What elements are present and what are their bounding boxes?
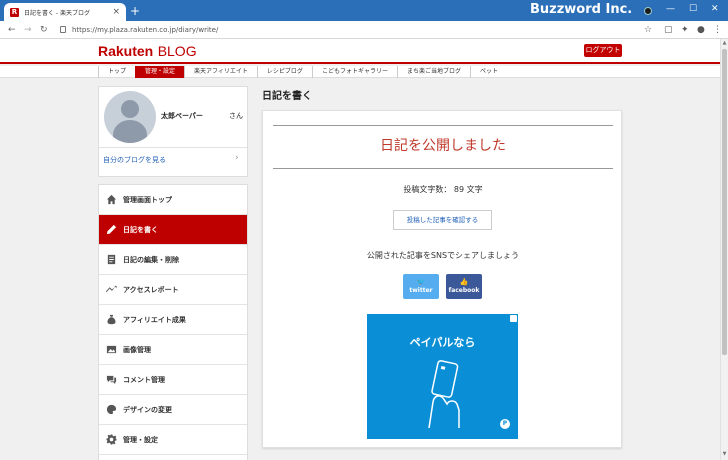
menu-item-design-change[interactable]: デザインの変更 [99, 395, 247, 425]
nav-item-affiliate[interactable]: 楽天アフィリエイト [184, 66, 257, 78]
pencil-icon [105, 224, 117, 236]
nav-item-top[interactable]: トップ [98, 66, 135, 78]
reload-icon[interactable]: ↻ [40, 24, 48, 36]
view-my-blog-link[interactable]: 自分のブログを見る [103, 155, 166, 165]
hand-card-illustration [428, 360, 460, 429]
menu-item-admin-top[interactable]: 管理画面トップ [99, 185, 247, 215]
nav-item-pet[interactable]: ペット [469, 66, 507, 78]
gear-icon [105, 434, 117, 446]
account-icon[interactable]: ● [697, 24, 705, 36]
new-tab-icon[interactable]: + [130, 3, 140, 19]
address-bar: ← → ↻ https://my.plaza.rakuten.co.jp/dia… [0, 21, 728, 39]
share-prompt-text: 公開された記事をSNSでシェアしましょう [366, 251, 520, 260]
close-icon[interactable]: × [112, 7, 120, 17]
publish-result-card: 日記を公開しました 投稿文字数： 89 文字 投稿した記事を確認する 公開された… [262, 110, 622, 448]
ad-text: ペイパルなら [409, 336, 476, 349]
extensions-icon[interactable]: ✦ [681, 24, 689, 36]
browser-tab[interactable]: R 日記を書く - 楽天ブログ × [4, 3, 126, 21]
ad-choices-icon[interactable] [510, 315, 517, 322]
scroll-thumb[interactable] [722, 49, 727, 355]
document-icon [105, 254, 117, 266]
nav-item-photo-gallery[interactable]: こどもフォトギャラリー [311, 66, 397, 78]
menu-item-access-report[interactable]: アクセスレポート [99, 275, 247, 305]
lock-icon [60, 26, 66, 33]
rakuten-favicon: R [10, 7, 19, 17]
scroll-up-icon[interactable]: ▲ [721, 40, 728, 46]
logout-button[interactable]: ログアウト [584, 44, 622, 57]
twitter-share-button[interactable]: 🐦 twitter [403, 274, 439, 299]
screenshot-icon[interactable]: ▢ [664, 24, 673, 36]
url-field[interactable]: https://my.plaza.rakuten.co.jp/diary/wri… [72, 24, 218, 36]
scroll-down-icon[interactable]: ▼ [721, 451, 728, 457]
menu-item-edit-delete[interactable]: 日記の編集・削除 [99, 245, 247, 275]
palette-icon [105, 404, 117, 416]
browser-titlebar: R 日記を書く - 楽天ブログ × + Buzzword Inc. — ☐ ✕ [0, 0, 728, 21]
published-heading: 日記を公開しました [380, 138, 506, 154]
rakuten-blog-logo[interactable]: Rakuten BLOG [98, 43, 197, 60]
divider [273, 125, 613, 126]
paypal-ad-banner[interactable]: ペイパルなら P [367, 314, 518, 439]
user-name: 太郎ペーパー [161, 112, 203, 120]
menu-item-comment-manage[interactable]: コメント管理 [99, 365, 247, 395]
home-icon [105, 194, 117, 206]
forward-icon[interactable]: → [24, 24, 32, 36]
chevron-right-icon[interactable]: › [235, 153, 239, 163]
window-title: Buzzword Inc. [530, 2, 633, 17]
twitter-bird-icon: 🐦 [416, 278, 426, 286]
menu-item-write-diary[interactable]: 日記を書く [99, 215, 247, 245]
user-honorific: さん [229, 112, 243, 120]
site-header: Rakuten BLOG ログアウト [0, 39, 720, 64]
user-card: 太郎ペーパー さん 自分のブログを見る › [98, 86, 248, 177]
page-scrollbar[interactable]: ▲ ▼ [720, 39, 728, 460]
char-count-text: 投稿文字数： 89 文字 [403, 185, 483, 194]
more-menu-icon[interactable]: ⋮ [713, 24, 722, 36]
nav-item-recipe[interactable]: レシピブログ [256, 66, 312, 78]
profile-icon[interactable] [644, 7, 652, 15]
menu-item-image-manage[interactable]: 画像管理 [99, 335, 247, 365]
avatar [104, 91, 156, 143]
site-nav: トップ 管理・設定 楽天アフィリエイト レシピブログ こどもフォトギャラリー ま… [0, 66, 720, 78]
nav-item-local-blog[interactable]: まち楽ご当地ブログ [396, 66, 470, 78]
minimize-icon[interactable]: — [666, 2, 675, 16]
view-posted-article-button[interactable]: 投稿した記事を確認する [393, 210, 492, 230]
menu-item-affiliate-results[interactable]: アフィリエイト成果 [99, 305, 247, 335]
star-icon[interactable]: ☆ [644, 24, 652, 36]
money-bag-icon [105, 314, 117, 326]
nav-item-settings[interactable]: 管理・設定 [135, 66, 185, 78]
window-close-icon[interactable]: ✕ [711, 2, 719, 16]
maximize-icon[interactable]: ☐ [689, 2, 697, 16]
divider [99, 147, 247, 148]
side-menu: 管理画面トップ 日記を書く 日記の編集・削除 アクセスレポート アフィリエイト成… [98, 184, 248, 460]
comment-icon [105, 374, 117, 386]
tab-title: 日記を書く - 楽天ブログ [24, 9, 90, 17]
image-icon [105, 344, 117, 356]
divider [273, 168, 613, 169]
menu-item-settings[interactable]: 管理・設定 [99, 425, 247, 455]
chart-icon [105, 284, 117, 296]
back-icon[interactable]: ← [8, 24, 16, 36]
thumbs-up-icon: 👍 [459, 278, 469, 286]
page-title: 日記を書く [262, 91, 312, 102]
paypal-icon: P [500, 419, 510, 429]
facebook-share-button[interactable]: 👍 facebook [446, 274, 482, 299]
